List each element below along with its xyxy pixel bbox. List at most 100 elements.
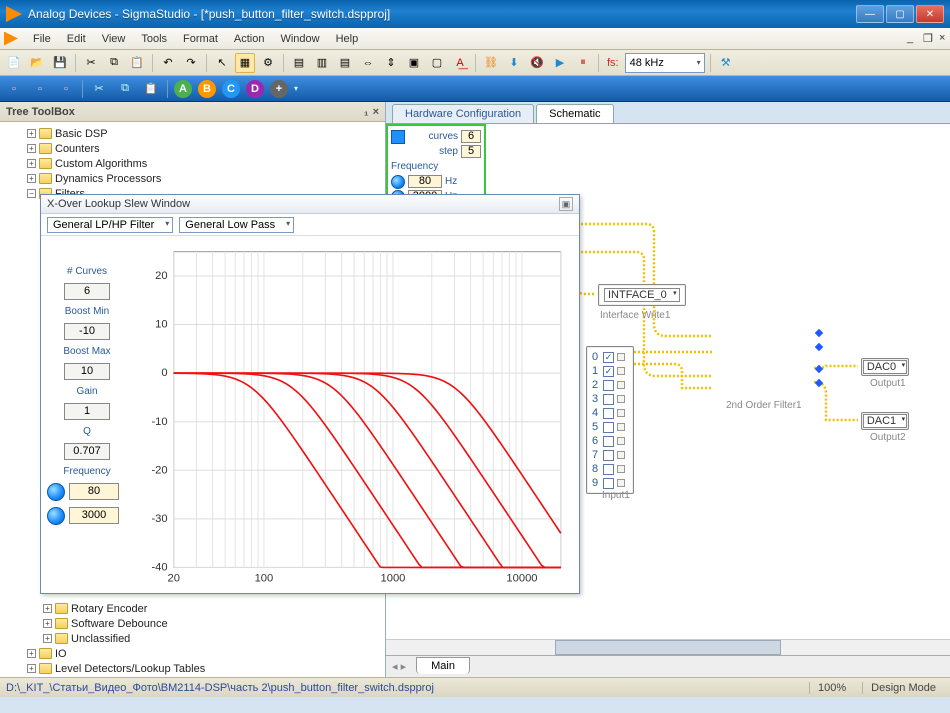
input-checkbox[interactable] [603,450,614,461]
input-checkbox[interactable] [603,464,614,475]
open-button[interactable]: 📂 [27,53,47,73]
freq-low-input[interactable]: 80 [69,483,119,500]
new2-icon[interactable]: ▫ [4,79,24,99]
ungroup-button[interactable]: ▢ [427,53,447,73]
tree-item[interactable]: +Unclassified [2,631,383,646]
pointer-tool-button[interactable]: ↖ [212,53,232,73]
distribute-h-button[interactable]: ⇔ [358,53,378,73]
input-checkbox[interactable] [603,380,614,391]
copy-button[interactable]: ⧉ [104,53,124,73]
tree-item[interactable]: +Rotary Encoder [2,601,383,616]
channel-a-button[interactable]: A [174,80,192,98]
pin-icon[interactable]: ₁ [364,106,369,118]
paste2-icon[interactable]: 📋 [141,79,161,99]
new-button[interactable]: 📄 [4,53,24,73]
menu-file[interactable]: File [26,31,58,47]
input-checkbox[interactable] [603,478,614,489]
channel-c-button[interactable]: C [222,80,240,98]
menu-format[interactable]: Format [176,31,225,47]
expander-icon[interactable]: + [43,619,52,628]
mdi-close-button[interactable]: × [932,30,946,47]
input-checkbox[interactable] [603,422,614,433]
menu-action[interactable]: Action [227,31,272,47]
align-center-button[interactable]: ▥ [312,53,332,73]
mute-button[interactable]: 🔇 [527,53,547,73]
menu-help[interactable]: Help [329,31,366,47]
expander-icon[interactable]: + [43,634,52,643]
undo-button[interactable]: ↶ [158,53,178,73]
tab-schematic[interactable]: Schematic [536,104,613,123]
distribute-v-button[interactable]: ⇕ [381,53,401,73]
channel-d-button[interactable]: D [246,80,264,98]
input-checkbox[interactable]: ✓ [603,352,614,363]
menu-tools[interactable]: Tools [134,31,174,47]
tree-item[interactable]: +IO [2,646,383,661]
xover-popup[interactable]: X-Over Lookup Slew Window ▣ General LP/H… [40,194,580,594]
canvas-hscroll[interactable] [386,639,950,655]
mdi-minimize-button[interactable]: _ [900,30,914,47]
close-button[interactable]: ✕ [916,5,944,23]
tree-item[interactable]: +Custom Algorithms [2,156,383,171]
boost-max-input[interactable]: 10 [64,363,110,380]
cut2-icon[interactable]: ✂ [89,79,109,99]
channel-b-button[interactable]: B [198,80,216,98]
tab-nav-arrows[interactable]: ◂ ▸ [386,660,412,673]
bottom-tab-main[interactable]: Main [416,657,470,674]
cut-button[interactable]: ✂ [81,53,101,73]
expander-icon[interactable]: − [27,189,36,198]
filter-f1-value[interactable]: 80 [408,175,442,188]
tree-item[interactable]: +Basic DSP [2,126,383,141]
q-input[interactable]: 0.707 [64,443,110,460]
stop-button[interactable]: ⏸ [573,53,593,73]
expander-icon[interactable]: + [43,604,52,613]
maximize-button[interactable]: ▢ [886,5,914,23]
copy2-icon[interactable]: ⧉ [115,79,135,99]
freq-low-knob[interactable] [47,483,65,501]
tab-hardware-config[interactable]: Hardware Configuration [392,104,534,123]
filter-step-value[interactable]: 5 [461,145,481,158]
curves-input[interactable]: 6 [64,283,110,300]
open2-icon[interactable]: ▫ [30,79,50,99]
input-block[interactable]: 0✓1✓23456789 [586,346,634,494]
interface-write-block[interactable]: INTFACE_0 [598,284,686,306]
popup-close-button[interactable]: ▣ [559,197,573,211]
compile-button[interactable]: ⚙ [258,53,278,73]
menu-window[interactable]: Window [273,31,326,47]
label-button[interactable]: A͟ [450,53,470,73]
channel-add-button[interactable]: + [270,80,288,98]
filter-curves-value[interactable]: 6 [461,130,481,143]
expander-icon[interactable]: + [27,159,36,168]
tree-item[interactable]: +Dynamics Processors [2,171,383,186]
save-button[interactable]: 💾 [50,53,70,73]
download-button[interactable]: ⬇ [504,53,524,73]
freq-knob-1[interactable] [391,175,405,189]
menu-edit[interactable]: Edit [60,31,93,47]
expander-icon[interactable]: + [27,129,36,138]
expander-icon[interactable]: + [27,144,36,153]
group-button[interactable]: ▣ [404,53,424,73]
input-checkbox[interactable]: ✓ [603,366,614,377]
tree-item[interactable]: +Licensed Algorithms [2,676,383,677]
sample-rate-dropdown[interactable]: 48 kHz [625,53,705,73]
panel-close-icon[interactable]: × [373,106,379,118]
expander-icon[interactable]: + [27,174,36,183]
select-tool-button[interactable]: ▦ [235,53,255,73]
redo-button[interactable]: ↷ [181,53,201,73]
expander-icon[interactable]: + [27,649,36,658]
filter-type-dropdown[interactable]: General LP/HP Filter [47,217,173,233]
dac1-block[interactable]: DAC1 [861,412,909,430]
expander-icon[interactable]: + [27,664,36,673]
dac0-block[interactable]: DAC0 [861,358,909,376]
freq-high-knob[interactable] [47,507,65,525]
link-button[interactable]: ⛓ [481,53,501,73]
freq-high-input[interactable]: 3000 [69,507,119,524]
gain-input[interactable]: 1 [64,403,110,420]
input-checkbox[interactable] [603,408,614,419]
save2-icon[interactable]: ▫ [56,79,76,99]
align-left-button[interactable]: ▤ [289,53,309,73]
tree-item[interactable]: +Counters [2,141,383,156]
menu-view[interactable]: View [95,31,133,47]
mdi-restore-button[interactable]: ❐ [916,30,930,47]
input-checkbox[interactable] [603,394,614,405]
settings-button[interactable]: ⚒ [716,53,736,73]
